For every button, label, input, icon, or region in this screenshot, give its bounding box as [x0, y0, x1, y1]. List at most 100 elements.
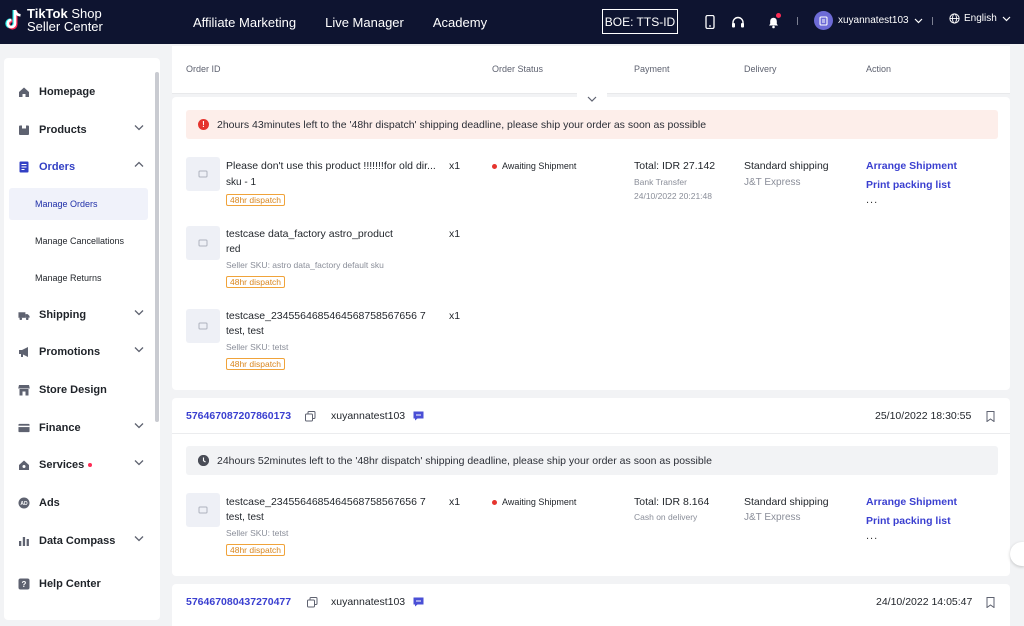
new-badge-dot [88, 463, 93, 467]
buyer-name: xuyannatest103 [331, 596, 406, 608]
buyer-name: xuyannatest103 [331, 410, 406, 422]
arrange-shipment-button[interactable]: Arrange Shipment [866, 496, 957, 508]
sidebar-subitem-manage-orders[interactable]: Manage Orders [9, 188, 148, 220]
chevron-down-icon [134, 310, 144, 316]
dispatch-deadline-alert: ! 2hours 43minutes left to the '48hr dis… [186, 110, 998, 139]
order-id-link[interactable]: 576467087207860173 [186, 410, 291, 422]
sidebar-subitem-manage-cancellations[interactable]: Manage Cancellations [9, 225, 148, 257]
order-time: 24/10/2022 14:05:47 [876, 596, 973, 608]
sidebar-item-help-center[interactable]: ? Help Center [4, 568, 152, 600]
sidebar-item-shipping[interactable]: Shipping [4, 299, 152, 331]
avatar [814, 11, 833, 30]
services-icon [18, 459, 30, 471]
arrange-shipment-button[interactable]: Arrange Shipment [866, 160, 957, 172]
sidebar-item-label: Shipping [39, 309, 87, 321]
product-name[interactable]: testcase_2345564685464568758567656 7 [226, 310, 426, 322]
alert-text: 2hours 43minutes left to the '48hr dispa… [217, 118, 707, 131]
product-variant: sku - 1 [226, 177, 257, 188]
brand-subtitle: Seller Center [27, 19, 103, 34]
product-thumbnail[interactable] [186, 309, 220, 343]
orders-icon [18, 161, 30, 173]
svg-text:AD: AD [20, 501, 28, 507]
warning-icon: ! [198, 119, 209, 130]
divider [797, 17, 798, 25]
image-placeholder-icon [198, 506, 208, 514]
chart-icon [18, 535, 30, 547]
sidebar-scrollbar[interactable] [155, 72, 159, 422]
nav-academy[interactable]: Academy [433, 15, 487, 30]
sidebar-subitem-manage-returns[interactable]: Manage Returns [9, 262, 148, 294]
tiktok-shop-logo[interactable]: TikTok Shop Seller Center [4, 7, 103, 33]
sidebar-item-services[interactable]: Services [4, 449, 152, 481]
divider [172, 433, 1010, 434]
sidebar-item-label: Orders [39, 161, 76, 173]
sidebar-item-label: Promotions [39, 346, 101, 358]
chevron-down-icon [587, 96, 597, 102]
store-icon [18, 384, 30, 396]
product-quantity: x1 [449, 160, 461, 172]
print-packing-list-button[interactable]: Print packing list [866, 515, 951, 527]
headset-icon[interactable] [729, 13, 747, 31]
payment-method: Cash on delivery [634, 512, 698, 522]
dispatch-tag: 48hr dispatch [226, 358, 286, 370]
product-thumbnail[interactable] [186, 226, 220, 260]
order-id-link[interactable]: 576467080437270477 [186, 596, 291, 608]
sidebar-item-label: Ads [39, 497, 60, 509]
sidebar-item-products[interactable]: Products [4, 114, 152, 146]
tiktok-logo-icon [5, 9, 21, 30]
dispatch-tag: 48hr dispatch [226, 194, 286, 206]
copy-icon[interactable] [305, 411, 316, 422]
product-variant: test, test [226, 512, 264, 523]
chat-icon[interactable] [413, 597, 424, 607]
collapse-toggle[interactable] [577, 91, 607, 107]
nav-affiliate-marketing[interactable]: Affiliate Marketing [193, 15, 296, 30]
sidebar-item-finance[interactable]: Finance [4, 412, 152, 444]
product-thumbnail[interactable] [186, 493, 220, 527]
more-actions-button[interactable]: ... [866, 194, 878, 206]
language-selector[interactable]: English [949, 13, 1011, 24]
product-variant: red [226, 244, 241, 255]
sidebar-item-label: Data Compass [39, 535, 116, 547]
product-name[interactable]: testcase data_factory astro_product [226, 228, 393, 240]
notification-dot [776, 13, 781, 18]
clock-icon [198, 455, 209, 466]
bookmark-icon[interactable] [986, 597, 995, 608]
user-menu[interactable]: xuyannatest103 [814, 11, 923, 30]
sidebar-item-homepage[interactable]: Homepage [4, 76, 152, 108]
payment-method: Bank Transfer [634, 177, 687, 187]
sidebar-item-ads[interactable]: AD Ads [4, 487, 152, 519]
copy-icon[interactable] [307, 597, 318, 608]
product-name[interactable]: Please don't use this product !!!!!!!for… [226, 160, 446, 172]
product-quantity: x1 [449, 228, 461, 240]
nav-live-manager[interactable]: Live Manager [325, 15, 404, 30]
orders-table-header: Order ID Order Status Payment Delivery A… [172, 46, 1010, 94]
carrier-name: J&T Express [744, 177, 801, 188]
svg-text:?: ? [22, 580, 27, 589]
chevron-down-icon [914, 18, 923, 23]
dispatch-tag: 48hr dispatch [226, 276, 286, 288]
sidebar-item-orders[interactable]: Orders [4, 151, 152, 183]
box-icon [18, 124, 30, 136]
dispatch-deadline-alert: 24hours 52minutes left to the '48hr disp… [186, 446, 998, 475]
chevron-down-icon [1002, 16, 1011, 21]
shipping-method: Standard shipping [744, 496, 829, 508]
notification-bell-icon[interactable] [764, 13, 782, 31]
chat-icon[interactable] [413, 411, 424, 421]
product-thumbnail[interactable] [186, 157, 220, 191]
sidebar-item-promotions[interactable]: Promotions [4, 336, 152, 368]
print-packing-list-button[interactable]: Print packing list [866, 179, 951, 191]
product-name[interactable]: testcase_2345564685464568758567656 7 [226, 496, 426, 508]
status-text: Awaiting Shipment [502, 161, 577, 171]
order-card [172, 97, 1010, 390]
dispatch-tag: 48hr dispatch [226, 544, 286, 556]
phone-icon[interactable] [701, 13, 719, 31]
home-icon [18, 86, 30, 98]
more-actions-button[interactable]: ... [866, 530, 878, 542]
sidebar-item-store-design[interactable]: Store Design [4, 374, 152, 406]
product-variant: test, test [226, 326, 264, 337]
column-action: Action [866, 64, 892, 74]
top-bar: TikTok Shop Seller Center Affiliate Mark… [0, 0, 1024, 44]
floating-help-widget[interactable] [1010, 542, 1024, 566]
bookmark-icon[interactable] [986, 411, 995, 422]
sidebar-item-data-compass[interactable]: Data Compass [4, 525, 152, 557]
